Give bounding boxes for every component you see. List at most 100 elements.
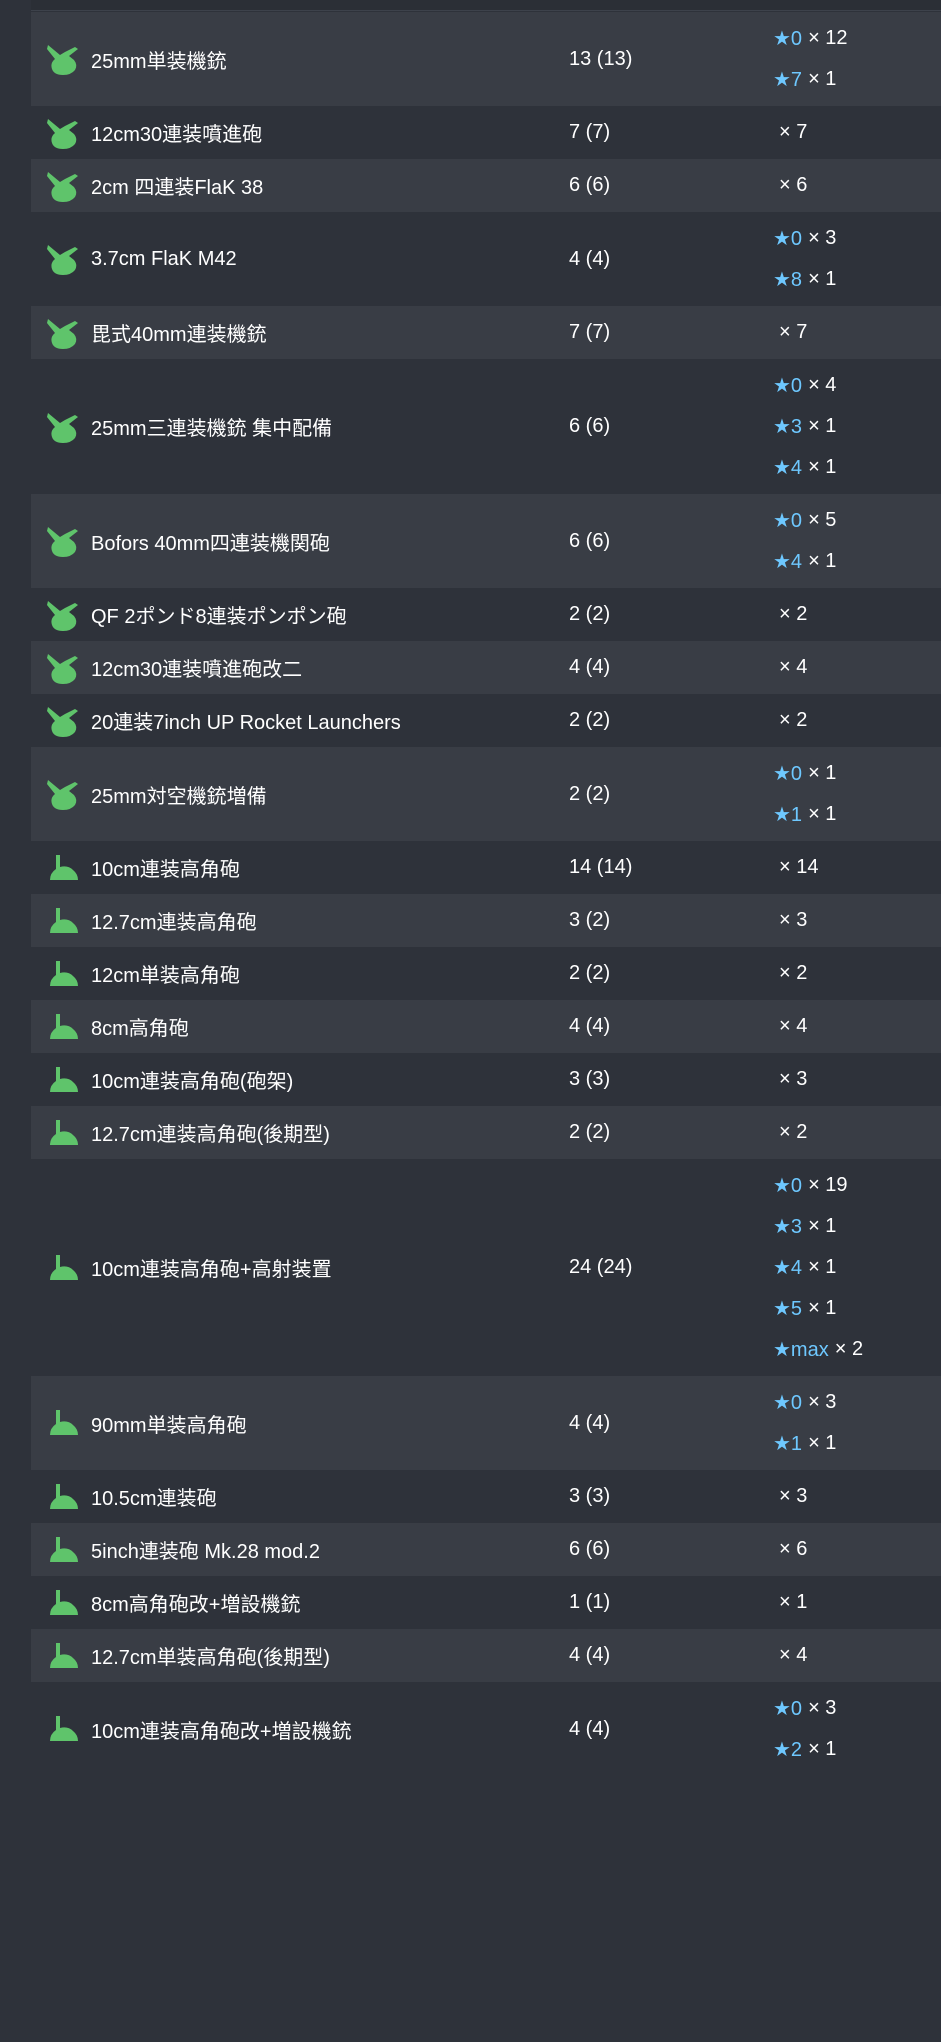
table-row[interactable]: 5inch連装砲 Mk.28 mod.2 6 (6) × 6: [31, 1523, 941, 1576]
star-level: ★0: [773, 1175, 803, 1197]
improvement-line: ★4 × 1: [773, 541, 836, 582]
improvement-line: × 2: [773, 700, 807, 741]
table-row[interactable]: 10cm連装高角砲(砲架) 3 (3) × 3: [31, 1053, 941, 1106]
star-level: ★0: [773, 763, 803, 785]
name-cell: 12.7cm連装高角砲(後期型): [31, 1114, 569, 1152]
equipment-name: 12cm単装高角砲: [91, 965, 240, 987]
table-row[interactable]: 25mm三連装機銃 集中配備 6 (6) ★0 × 4 ★3 × 1 ★4 × 1: [31, 359, 941, 494]
high-angle-gun-icon: [45, 1478, 83, 1516]
equipment-count: 3 (3): [569, 1068, 611, 1090]
improvement-cell: × 2: [773, 1106, 807, 1159]
improvement-cell: × 6: [773, 1523, 807, 1576]
star-level: ★2: [773, 1739, 803, 1761]
table-row[interactable]: 3.7cm FlaK M42 4 (4) ★0 × 3 ★8 × 1: [31, 212, 941, 306]
multiplier: × 3: [808, 1391, 837, 1413]
multiplier: × 2: [779, 1121, 808, 1143]
high-angle-gun-icon: [45, 1249, 83, 1287]
equipment-count: 4 (4): [569, 1411, 611, 1434]
star-level: ★4: [773, 457, 803, 479]
table-row[interactable]: 12cm30連装噴進砲 7 (7) × 7: [31, 106, 941, 159]
table-row[interactable]: QF 2ポンド8連装ポンポン砲 2 (2) × 2: [31, 588, 941, 641]
improvement-cell: × 2: [773, 947, 807, 1000]
improvement-line: ★5 × 1: [773, 1288, 863, 1329]
high-angle-gun-icon: [45, 1710, 83, 1748]
multiplier: × 4: [779, 656, 808, 678]
improvement-line: ★0 × 4: [773, 365, 836, 406]
multiplier: × 1: [808, 550, 837, 572]
multiplier: × 6: [779, 1538, 808, 1560]
equipment-count: 2 (2): [569, 709, 611, 731]
equipment-count: 4 (4): [569, 656, 611, 678]
equipment-count: 4 (4): [569, 247, 611, 270]
name-cell: 3.7cm FlaK M42: [31, 240, 569, 278]
multiplier: × 1: [779, 1591, 808, 1613]
improvement-cell: × 4: [773, 1000, 807, 1053]
table-row[interactable]: 12cm30連装噴進砲改二 4 (4) × 4: [31, 641, 941, 694]
aa-machine-gun-icon: [45, 596, 83, 634]
improvement-cell: × 3: [773, 1470, 807, 1523]
table-row[interactable]: 12.7cm連装高角砲 3 (2) × 3: [31, 894, 941, 947]
multiplier: × 1: [808, 803, 837, 825]
equipment-count: 2 (2): [569, 603, 611, 625]
improvement-line: ★2 × 1: [773, 1729, 836, 1770]
improvement-cell: ★0 × 12 ★7 × 1: [773, 12, 848, 106]
equipment-count: 24 (24): [569, 1256, 633, 1278]
table-row[interactable]: 10cm連装高角砲+高射装置 24 (24) ★0 × 19 ★3 × 1 ★4 × 1 ★5 ×…: [31, 1159, 941, 1376]
multiplier: × 1: [808, 415, 837, 437]
table-row[interactable]: 2cm 四連装FlaK 38 6 (6) × 6: [31, 159, 941, 212]
table-row[interactable]: 20連装7inch UP Rocket Launchers 2 (2) × 2: [31, 694, 941, 747]
high-angle-gun-icon: [45, 902, 83, 940]
high-angle-gun-icon: [45, 1114, 83, 1152]
improvement-line: × 2: [773, 1112, 807, 1153]
improvement-cell: × 14: [773, 841, 818, 894]
table-row[interactable]: 25mm対空機銃増備 2 (2) ★0 × 1 ★1 × 1: [31, 747, 941, 841]
table-row[interactable]: 12cm単装高角砲 2 (2) × 2: [31, 947, 941, 1000]
name-cell: 20連装7inch UP Rocket Launchers: [31, 702, 569, 740]
table-row[interactable]: 90mm単装高角砲 4 (4) ★0 × 3 ★1 × 1: [31, 1376, 941, 1470]
table-row[interactable]: 12.7cm連装高角砲(後期型) 2 (2) × 2: [31, 1106, 941, 1159]
improvement-line: × 6: [773, 165, 807, 206]
improvement-line: ★0 × 1: [773, 753, 836, 794]
table-row[interactable]: 12.7cm単装高角砲(後期型) 4 (4) × 4: [31, 1629, 941, 1682]
table-row[interactable]: 8cm高角砲 4 (4) × 4: [31, 1000, 941, 1053]
star-level: ★8: [773, 269, 803, 291]
multiplier: × 1: [808, 1432, 837, 1454]
table-row[interactable]: 8cm高角砲改+増設機銃 1 (1) × 1: [31, 1576, 941, 1629]
name-cell: QF 2ポンド8連装ポンポン砲: [31, 596, 569, 634]
name-cell: 10cm連装高角砲改+増設機銃: [31, 1710, 569, 1748]
table-row[interactable]: 10.5cm連装砲 3 (3) × 3: [31, 1470, 941, 1523]
multiplier: × 3: [779, 1068, 808, 1090]
name-cell: 10.5cm連装砲: [31, 1478, 569, 1516]
improvement-line: × 14: [773, 847, 818, 888]
improvement-line: × 4: [773, 1635, 807, 1676]
equipment-name: 12cm30連装噴進砲改二: [91, 659, 303, 681]
multiplier: × 14: [779, 856, 819, 878]
improvement-cell: ★0 × 3 ★8 × 1: [773, 212, 836, 306]
multiplier: × 1: [808, 1738, 837, 1760]
aa-machine-gun-icon: [45, 408, 83, 446]
multiplier: × 1: [808, 1256, 837, 1278]
multiplier: × 19: [808, 1174, 848, 1196]
table-row[interactable]: 毘式40mm連装機銃 7 (7) × 7: [31, 306, 941, 359]
star-level: ★7: [773, 69, 803, 91]
table-row[interactable]: 10cm連装高角砲 14 (14) × 14: [31, 841, 941, 894]
table-row[interactable]: 25mm単装機銃 13 (13) ★0 × 12 ★7 × 1: [31, 12, 941, 106]
equipment-name: 10cm連装高角砲(砲架): [91, 1071, 294, 1093]
multiplier: × 5: [808, 509, 837, 531]
table-row[interactable]: Bofors 40mm四連装機関砲 6 (6) ★0 × 5 ★4 × 1: [31, 494, 941, 588]
name-cell: 25mm対空機銃増備: [31, 775, 569, 813]
improvement-line: ★0 × 5: [773, 500, 836, 541]
equipment-count: 6 (6): [569, 174, 611, 196]
equipment-name: 12cm30連装噴進砲: [91, 124, 263, 146]
star-level: ★4: [773, 551, 803, 573]
name-cell: 12.7cm連装高角砲: [31, 902, 569, 940]
name-cell: 90mm単装高角砲: [31, 1404, 569, 1442]
table-row[interactable]: 10cm連装高角砲改+増設機銃 4 (4) ★0 × 3 ★2 × 1: [31, 1682, 941, 1776]
equipment-count: 2 (2): [569, 962, 611, 984]
aa-machine-gun-icon: [45, 114, 83, 152]
improvement-line: ★4 × 1: [773, 1247, 863, 1288]
improvement-cell: ★0 × 1 ★1 × 1: [773, 747, 836, 841]
star-level: ★3: [773, 1216, 803, 1238]
equipment-count: 3 (2): [569, 909, 611, 931]
multiplier: × 4: [779, 1644, 808, 1666]
